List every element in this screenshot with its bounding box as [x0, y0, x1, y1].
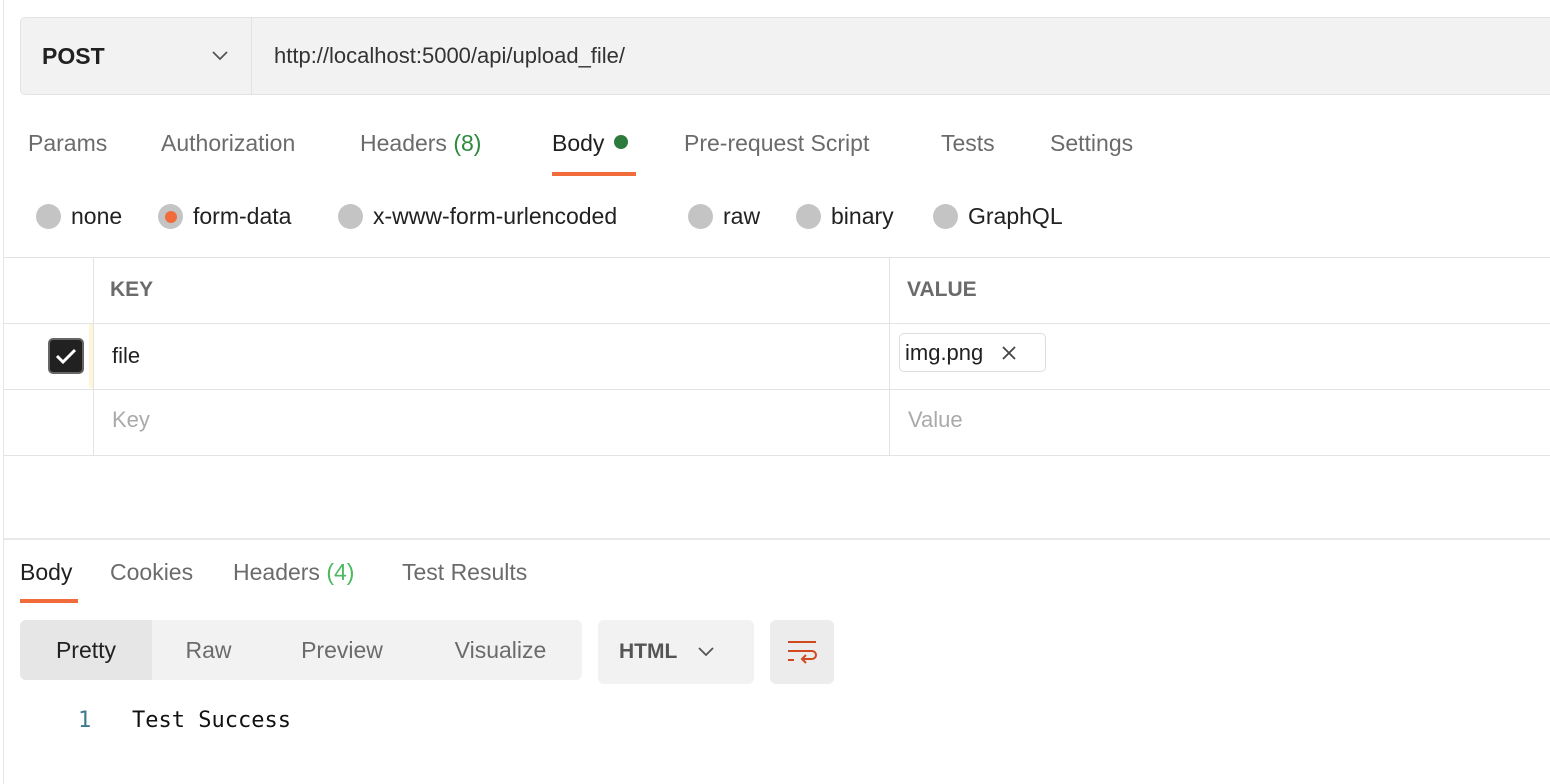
url-bar: POST http://localhost:5000/api/upload_fi…: [20, 17, 1550, 95]
radio-x-www-form-urlencoded[interactable]: x-www-form-urlencoded: [338, 203, 617, 230]
radio-circle: [933, 204, 958, 229]
tab-authorization[interactable]: Authorization: [161, 130, 295, 157]
chevron-down-icon: [698, 647, 714, 657]
key-input[interactable]: file: [112, 343, 140, 369]
radio-label: none: [71, 203, 123, 229]
tab-body[interactable]: Body: [552, 130, 629, 157]
column-header-value: VALUE: [907, 278, 977, 301]
new-value-input[interactable]: Value: [908, 407, 963, 433]
tab-label: Body: [552, 130, 605, 156]
body-indicator-dot: [614, 135, 629, 149]
line-number: 1: [78, 708, 92, 733]
headers-count: (8): [453, 130, 482, 156]
response-tab-headers[interactable]: Headers (4): [233, 559, 354, 586]
response-tab-body[interactable]: Body: [20, 559, 72, 586]
radio-graphql[interactable]: GraphQL: [933, 203, 1063, 230]
row-enabled-checkbox[interactable]: [48, 338, 84, 374]
column-divider: [889, 257, 890, 455]
radio-circle: [796, 204, 821, 229]
radio-form-data[interactable]: form-data: [158, 203, 291, 230]
url-input[interactable]: http://localhost:5000/api/upload_file/: [252, 18, 625, 94]
wrap-lines-icon: [788, 641, 817, 664]
radio-label: x-www-form-urlencoded: [373, 203, 618, 229]
tab-headers[interactable]: Headers (8): [360, 130, 481, 157]
radio-label: form-data: [193, 203, 292, 229]
new-key-input[interactable]: Key: [112, 407, 150, 433]
tab-params[interactable]: Params: [28, 130, 107, 157]
format-label: HTML: [619, 640, 678, 663]
row-drag-handle[interactable]: [89, 324, 93, 388]
tab-settings[interactable]: Settings: [1050, 130, 1133, 157]
pane-divider[interactable]: [4, 538, 1550, 540]
column-header-key: KEY: [110, 278, 154, 301]
wrap-lines-button[interactable]: [770, 620, 834, 684]
response-body-line: Test Success: [132, 708, 291, 733]
response-tab-cookies[interactable]: Cookies: [110, 559, 193, 586]
radio-none[interactable]: none: [36, 203, 122, 230]
view-pretty[interactable]: Pretty: [20, 620, 152, 680]
file-name: img.png: [905, 339, 984, 365]
view-preview[interactable]: Preview: [265, 620, 419, 680]
radio-circle: [688, 204, 713, 229]
checkmark-icon: [55, 348, 77, 365]
view-visualize[interactable]: Visualize: [419, 620, 582, 680]
left-border: [3, 0, 4, 784]
format-select[interactable]: HTML: [598, 620, 754, 684]
radio-label: raw: [723, 203, 761, 229]
table-border: [4, 257, 1550, 258]
view-raw[interactable]: Raw: [152, 620, 265, 680]
radio-binary[interactable]: binary: [796, 203, 894, 230]
tab-label: Headers: [233, 559, 320, 585]
table-border: [4, 323, 1550, 324]
radio-circle: [36, 204, 61, 229]
radio-circle: [338, 204, 363, 229]
close-icon[interactable]: [1001, 345, 1017, 361]
file-chip: img.png: [899, 333, 1046, 372]
radio-label: GraphQL: [968, 203, 1063, 229]
table-border: [4, 455, 1550, 456]
chevron-down-icon: [212, 51, 228, 61]
radio-raw[interactable]: raw: [688, 203, 760, 230]
active-tab-underline: [20, 599, 78, 603]
method-label: POST: [42, 42, 105, 69]
response-tab-test-results[interactable]: Test Results: [402, 559, 527, 586]
tab-tests[interactable]: Tests: [941, 130, 995, 157]
column-divider: [93, 257, 94, 455]
headers-count: (4): [326, 559, 355, 585]
table-border: [4, 389, 1550, 390]
tab-pre-request-script[interactable]: Pre-request Script: [684, 130, 869, 157]
radio-label: binary: [831, 203, 894, 229]
active-tab-underline: [552, 172, 636, 176]
radio-circle-selected: [158, 204, 183, 229]
method-select[interactable]: POST: [21, 18, 252, 94]
tab-label: Headers: [360, 130, 447, 156]
view-mode-segmented: Pretty Raw Preview Visualize: [20, 620, 582, 680]
